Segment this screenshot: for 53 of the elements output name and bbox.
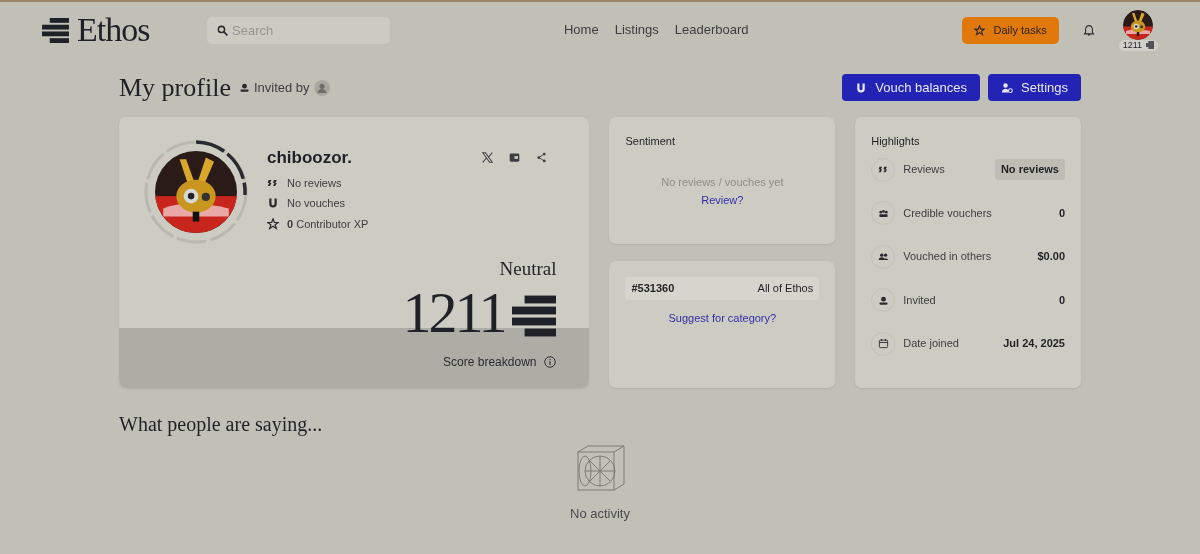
highlight-value: $0.00 — [1037, 249, 1065, 265]
card-title: Sentiment — [625, 134, 676, 149]
search-icon — [217, 24, 228, 36]
score-breakdown-link[interactable]: Score breakdown — [443, 352, 537, 371]
user-settings-icon — [1001, 81, 1013, 94]
highlight-label: Invited — [903, 292, 936, 308]
highlight-label: Date joined — [903, 336, 959, 352]
highlight-label: Vouched in others — [903, 249, 992, 265]
highlight-value: 0 — [1058, 205, 1065, 221]
user-avatar-icon[interactable] — [313, 79, 330, 96]
x-icon[interactable] — [482, 152, 494, 164]
empty-message: No activity — [570, 505, 630, 523]
page-title: My profile — [119, 74, 231, 101]
nav-link[interactable]: Leaderboard — [674, 20, 749, 40]
highlight-value: 0 — [1058, 292, 1065, 308]
score-value: 1211 — [402, 287, 505, 337]
rank-scope: All of Ethos — [757, 281, 814, 296]
logo-icon — [1146, 41, 1154, 49]
logo[interactable]: Ethos — [42, 13, 150, 47]
star-icon — [974, 24, 986, 36]
stat-text: No reviews — [287, 175, 342, 191]
username: chiboozor. — [267, 147, 352, 169]
nav-link[interactable]: Home — [563, 20, 599, 40]
review-link[interactable]: Review? — [701, 194, 744, 206]
vouch-balances-button[interactable]: Vouch balances — [842, 74, 980, 101]
highlight-value: Jul 24, 2025 — [1003, 336, 1065, 352]
info-icon[interactable] — [544, 355, 557, 368]
vouch-icon — [855, 81, 868, 94]
suggest-category-link[interactable]: Suggest for category? — [668, 311, 777, 324]
invited-icon — [238, 82, 250, 93]
section-title: What people are saying... — [119, 412, 324, 436]
bell-icon[interactable] — [1082, 23, 1095, 37]
star-icon — [267, 217, 279, 230]
wallet-icon[interactable] — [509, 152, 521, 164]
score-level: Neutral — [499, 257, 557, 281]
logo-icon — [512, 294, 557, 337]
avatar[interactable] — [1123, 9, 1154, 40]
daily-tasks-button[interactable]: Daily tasks — [962, 16, 1059, 44]
highlight-label: Reviews — [903, 162, 945, 178]
score-badge: 1211 — [1118, 39, 1158, 51]
rank-number: #531360 — [631, 281, 675, 296]
stat-text: 0 Contributor XP — [287, 216, 369, 232]
settings-button[interactable]: Settings — [988, 74, 1081, 101]
stat-text: No vouches — [287, 196, 346, 211]
logo-icon — [42, 17, 69, 43]
card-title: Highlights — [871, 134, 921, 149]
invited-by-label: Invited by — [253, 78, 310, 97]
highlight-label: Credible vouchers — [903, 205, 992, 221]
nav-link[interactable]: Listings — [614, 20, 659, 40]
share-icon[interactable] — [536, 152, 548, 164]
vouch-icon — [267, 197, 279, 210]
empty-message: No reviews / vouches yet — [660, 174, 785, 190]
highlight-value: No reviews — [994, 159, 1065, 180]
